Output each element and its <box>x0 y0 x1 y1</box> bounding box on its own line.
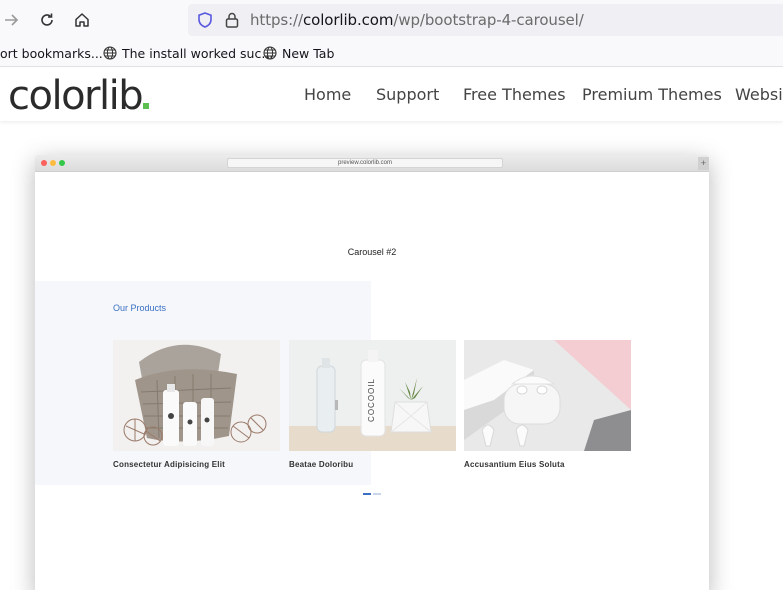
bookmark-label: The install worked suc... <box>122 45 274 61</box>
nav-support[interactable]: Support <box>376 85 439 104</box>
forward-button[interactable] <box>0 8 24 32</box>
colorlib-logo[interactable]: colorlib <box>8 74 150 118</box>
close-dot <box>41 160 47 166</box>
lock-icon[interactable] <box>224 11 240 29</box>
bookmark-label: ort bookmarks... <box>0 45 103 61</box>
bookmark-label: New Tab <box>282 45 335 61</box>
product-card[interactable]: Accusantium Eius Soluta <box>464 340 631 469</box>
nav-free-themes[interactable]: Free Themes <box>463 85 566 104</box>
url-text[interactable]: https://colorlib.com/wp/bootstrap-4-caro… <box>250 11 584 29</box>
maximize-dot <box>59 160 65 166</box>
nav-premium-themes[interactable]: Premium Themes <box>582 85 722 104</box>
preview-window: preview.colorlib.com + Carousel #2 Our P… <box>35 155 709 590</box>
site-header: colorlib Home Support Free Themes Premiu… <box>0 68 783 121</box>
logo-dot <box>143 103 150 109</box>
carousel-indicators <box>363 493 381 495</box>
product-caption: Accusantium Eius Soluta <box>464 460 565 469</box>
bookmark-import[interactable]: ort bookmarks... <box>0 44 103 62</box>
product-card[interactable]: Consectetur Adipisicing Elit <box>113 340 280 469</box>
reload-button[interactable] <box>35 8 59 32</box>
bookmark-install-worked[interactable]: The install worked suc... <box>103 44 273 62</box>
bookmarks-bar: ort bookmarks... The install worked suc.… <box>0 40 783 67</box>
address-bar[interactable]: https://colorlib.com/wp/bootstrap-4-caro… <box>188 4 783 36</box>
browser-toolbar: https://colorlib.com/wp/bootstrap-4-caro… <box>0 0 783 40</box>
preview-url: preview.colorlib.com <box>227 158 503 168</box>
plus-icon: + <box>698 157 709 170</box>
home-icon <box>75 13 89 27</box>
product-card[interactable]: COCOOIL Beatae Doloribu <box>289 340 456 469</box>
product-image-basket <box>113 340 280 451</box>
carousel-indicator[interactable] <box>373 493 381 495</box>
product-image-bottles: COCOOIL <box>289 340 456 451</box>
nav-home[interactable]: Home <box>304 85 351 104</box>
products-heading: Our Products <box>113 303 167 313</box>
product-image-earbuds <box>464 340 631 451</box>
globe-icon <box>263 46 277 60</box>
shield-icon[interactable] <box>196 11 214 29</box>
bookmark-new-tab[interactable]: New Tab <box>263 44 334 62</box>
globe-icon <box>103 46 117 60</box>
carousel-indicator-active[interactable] <box>363 493 371 495</box>
bottle-label: COCOOIL <box>367 378 376 422</box>
home-button[interactable] <box>70 8 94 32</box>
minimize-dot <box>50 160 56 166</box>
nav-websites[interactable]: Websit <box>735 85 783 104</box>
product-caption: Beatae Doloribu <box>289 460 354 469</box>
product-caption: Consectetur Adipisicing Elit <box>113 460 225 469</box>
preview-titlebar: preview.colorlib.com + <box>35 155 709 172</box>
arrow-right-icon <box>5 14 19 26</box>
carousel-title: Carousel #2 <box>347 247 397 257</box>
reload-icon <box>41 13 53 26</box>
